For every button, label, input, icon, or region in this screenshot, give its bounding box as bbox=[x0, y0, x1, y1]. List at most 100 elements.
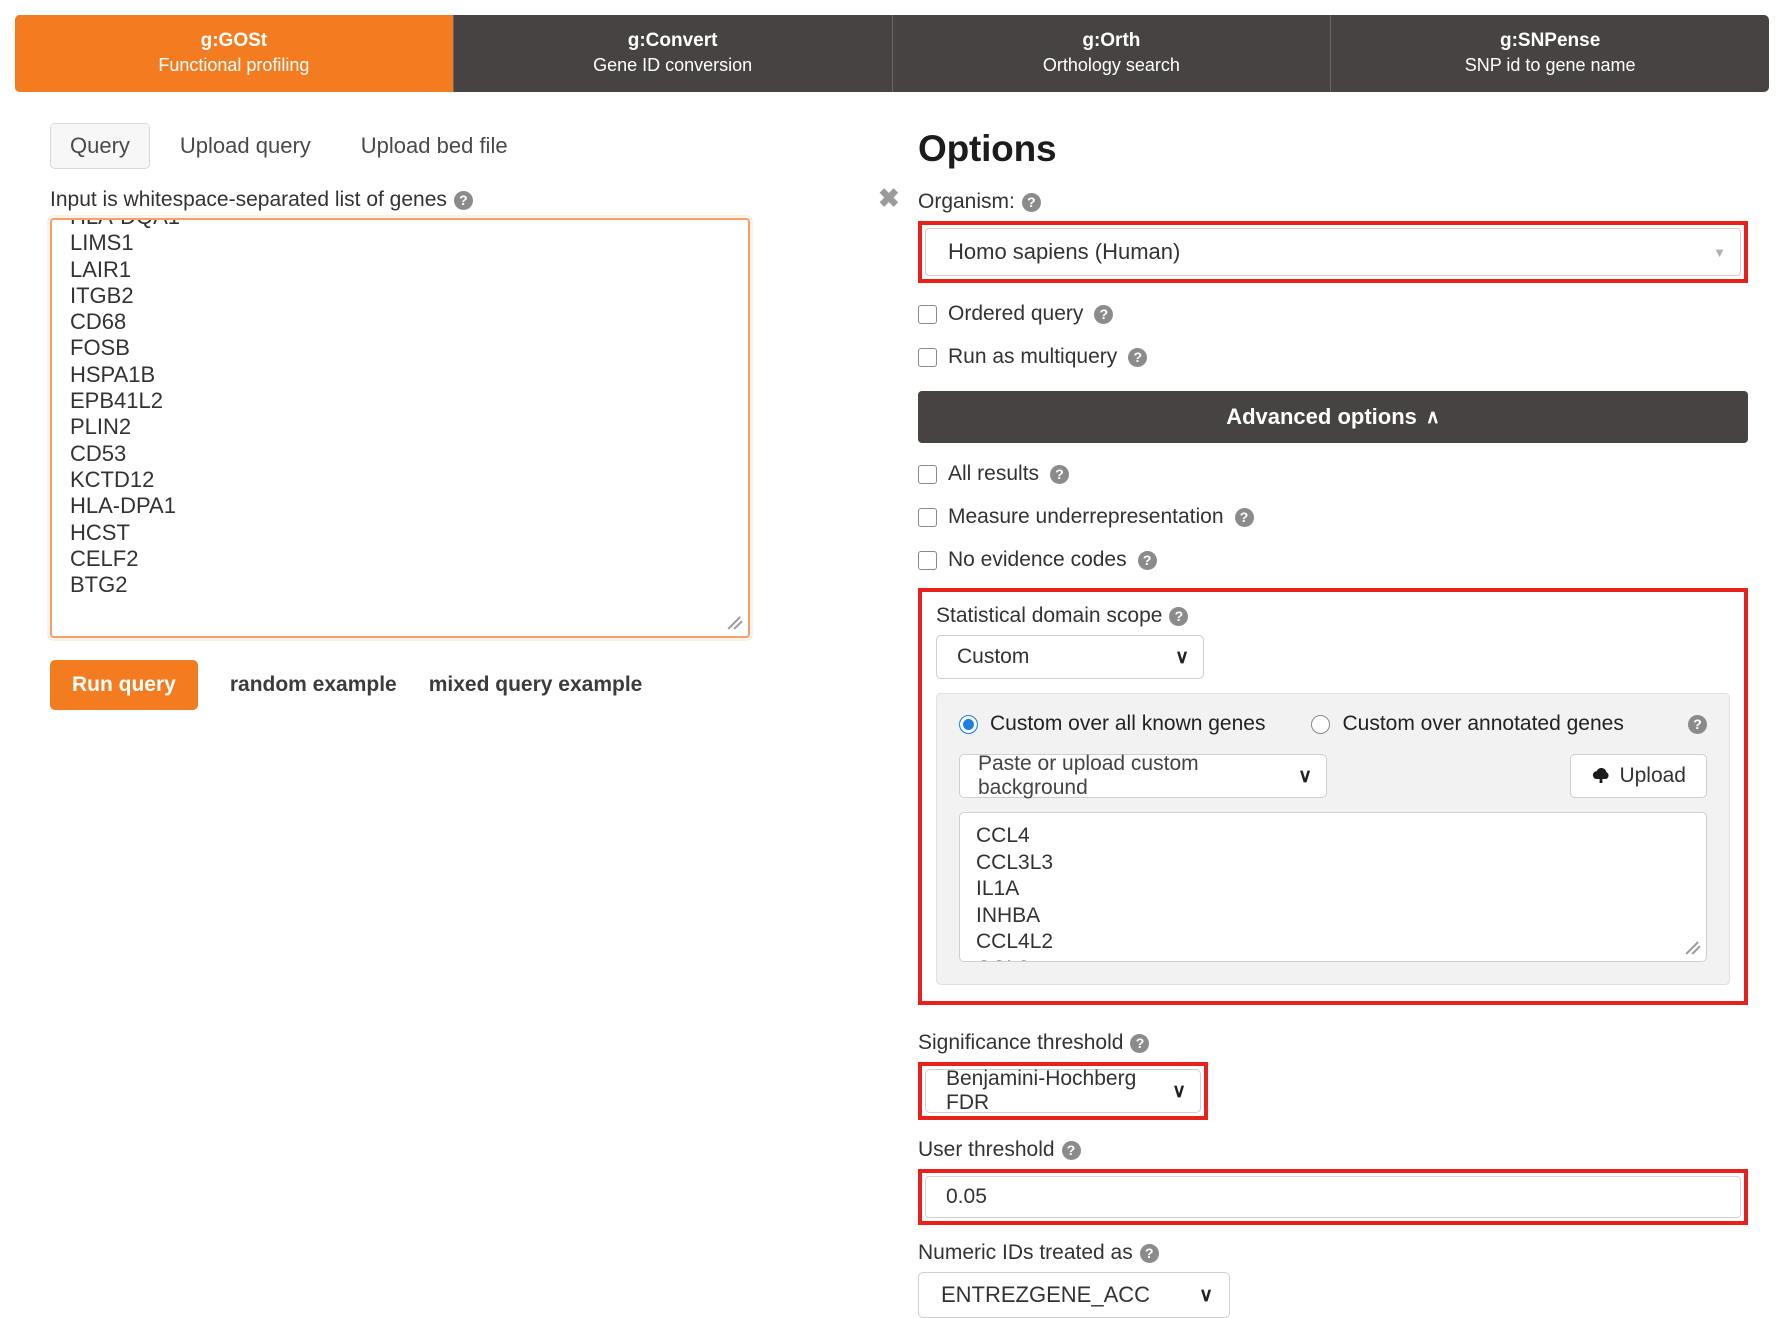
background-radio-row: Custom over all known genes Custom over … bbox=[959, 712, 1707, 736]
radio-custom-all-known-genes[interactable] bbox=[959, 714, 978, 734]
radio-custom-annotated-genes-label: Custom over annotated genes bbox=[1342, 712, 1624, 735]
gene-line: LIMS1 bbox=[70, 230, 134, 256]
chevron-down-icon: ∨ bbox=[1199, 1284, 1213, 1306]
gene-line: HSPA1B bbox=[70, 361, 156, 387]
tab-gost-name: g:GOSt bbox=[200, 29, 268, 51]
help-icon-ordered-query[interactable]: ? bbox=[1094, 304, 1114, 324]
help-icon-query-input[interactable]: ? bbox=[453, 190, 473, 210]
gene-query-textarea[interactable]: HLA-DQA1 LIMS1 LAIR1 ITGB2 CD68 FOSB HSP… bbox=[50, 218, 750, 638]
run-query-button[interactable]: Run query bbox=[50, 660, 198, 710]
gene-line: CD68 bbox=[70, 309, 127, 335]
scope-label-text: Statistical domain scope bbox=[936, 604, 1163, 627]
help-icon-numeric-ids[interactable]: ? bbox=[1139, 1243, 1159, 1263]
help-icon-run-multiquery[interactable]: ? bbox=[1128, 347, 1148, 367]
significance-highlight: Benjamini-Hochberg FDR ∨ bbox=[918, 1062, 1208, 1120]
gene-line: LAIR1 bbox=[70, 256, 132, 282]
numeric-ids-select[interactable]: ENTREZGENE_ACC ∨ bbox=[918, 1272, 1230, 1318]
main-tab-bar: g:GOSt Functional profiling g:Convert Ge… bbox=[15, 15, 1769, 92]
all-results-checkbox[interactable] bbox=[918, 464, 937, 484]
gene-line: FOSB bbox=[70, 335, 130, 361]
background-gene-list: CCL4 CCL3L3 IL1A INHBA CCL4L2 CCL3 bbox=[960, 813, 1706, 961]
significance-threshold-label: Significance threshold ? bbox=[918, 1031, 1748, 1055]
gene-line: KCTD12 bbox=[70, 466, 155, 492]
run-multiquery-label: Run as multiquery bbox=[948, 345, 1118, 368]
query-input-label: Input is whitespace-separated list of ge… bbox=[50, 188, 870, 212]
chevron-up-icon: ∧ bbox=[1425, 406, 1440, 428]
organism-value: Homo sapiens (Human) bbox=[948, 239, 1181, 264]
chevron-down-icon: ▼ bbox=[1713, 244, 1726, 260]
no-evidence-codes-checkbox[interactable] bbox=[918, 550, 937, 570]
random-example-button[interactable]: random example bbox=[230, 673, 397, 697]
background-gene-line: CCL4 bbox=[976, 824, 1030, 847]
help-icon-significance-threshold[interactable]: ? bbox=[1130, 1033, 1150, 1053]
options-title: Options bbox=[918, 128, 1057, 169]
radio-custom-annotated-genes[interactable] bbox=[1311, 714, 1331, 734]
gene-line: HLA-DQA1 bbox=[70, 220, 730, 230]
organism-select[interactable]: Homo sapiens (Human) ▼ bbox=[925, 228, 1741, 276]
all-results-row[interactable]: All results ? bbox=[918, 462, 1748, 486]
ordered-query-row[interactable]: Ordered query ? bbox=[918, 302, 1748, 326]
advanced-options-button[interactable]: Advanced options ∧ bbox=[918, 391, 1748, 443]
scope-label: Statistical domain scope ? bbox=[936, 604, 1730, 628]
textarea-resize-handle[interactable] bbox=[727, 615, 745, 633]
help-icon-organism[interactable]: ? bbox=[1021, 192, 1041, 212]
organism-label-text: Organism: bbox=[918, 190, 1015, 213]
all-results-label: All results bbox=[948, 462, 1040, 485]
custom-background-textarea[interactable]: CCL4 CCL3L3 IL1A INHBA CCL4L2 CCL3 bbox=[959, 812, 1707, 962]
significance-threshold-value: Benjamini-Hochberg FDR bbox=[946, 1067, 1137, 1114]
background-gene-line: INHBA bbox=[976, 903, 1041, 927]
tab-gorth[interactable]: g:Orth Orthology search bbox=[893, 15, 1332, 92]
tab-gorth-desc: Orthology search bbox=[1042, 55, 1180, 76]
numeric-ids-value: ENTREZGENE_ACC bbox=[941, 1282, 1151, 1307]
background-gene-line: CCL4L2 bbox=[976, 930, 1054, 953]
help-icon-scope[interactable]: ? bbox=[1169, 606, 1189, 626]
ordered-query-checkbox[interactable] bbox=[918, 304, 937, 324]
tab-gost[interactable]: g:GOSt Functional profiling bbox=[15, 15, 454, 92]
tab-gconvert-desc: Gene ID conversion bbox=[593, 55, 753, 76]
run-multiquery-checkbox[interactable] bbox=[918, 347, 937, 367]
tab-gsnpense-desc: SNP id to gene name bbox=[1464, 55, 1636, 76]
subtab-query[interactable]: Query bbox=[50, 123, 150, 169]
measure-underrepresentation-row[interactable]: Measure underrepresentation ? bbox=[918, 505, 1748, 529]
chevron-down-icon: ∨ bbox=[1172, 1080, 1186, 1102]
tab-gconvert[interactable]: g:Convert Gene ID conversion bbox=[454, 15, 893, 92]
chevron-down-icon: ∨ bbox=[1298, 765, 1312, 787]
query-input-label-text: Input is whitespace-separated list of ge… bbox=[50, 188, 447, 211]
tab-gorth-name: g:Orth bbox=[1082, 29, 1141, 51]
scope-highlight: Statistical domain scope ? Custom ∨ Cust… bbox=[918, 588, 1748, 1005]
upload-background-button[interactable]: Upload bbox=[1570, 754, 1707, 798]
help-icon-all-results[interactable]: ? bbox=[1050, 464, 1070, 484]
background-textarea-resize-handle[interactable] bbox=[1685, 940, 1703, 958]
subtab-upload-bed-file[interactable]: Upload bed file bbox=[341, 123, 528, 169]
run-multiquery-row[interactable]: Run as multiquery ? bbox=[918, 345, 1748, 369]
gene-line: EPB41L2 bbox=[70, 388, 163, 414]
tab-gsnpense[interactable]: g:SNPense SNP id to gene name bbox=[1331, 15, 1769, 92]
tab-gsnpense-name: g:SNPense bbox=[1499, 29, 1601, 51]
measure-underrepresentation-checkbox[interactable] bbox=[918, 507, 937, 527]
no-evidence-codes-row[interactable]: No evidence codes ? bbox=[918, 548, 1748, 572]
user-threshold-input[interactable] bbox=[925, 1176, 1741, 1218]
gene-list: HLA-DQA1 LIMS1 LAIR1 ITGB2 CD68 FOSB HSP… bbox=[52, 220, 748, 598]
subtab-upload-query[interactable]: Upload query bbox=[160, 123, 331, 169]
tab-gost-desc: Functional profiling bbox=[158, 55, 310, 76]
gene-line: ITGB2 bbox=[70, 282, 134, 308]
advanced-options-label: Advanced options bbox=[1226, 404, 1417, 429]
close-icon[interactable]: ✖ bbox=[878, 185, 900, 211]
gene-line: CD53 bbox=[70, 440, 127, 466]
radio-custom-all-known-genes-label: Custom over all known genes bbox=[990, 712, 1266, 735]
mixed-query-example-button[interactable]: mixed query example bbox=[429, 673, 643, 697]
help-icon-custom-background[interactable]: ? bbox=[1688, 714, 1707, 734]
significance-threshold-select[interactable]: Benjamini-Hochberg FDR ∨ bbox=[925, 1067, 1201, 1114]
ordered-query-label: Ordered query bbox=[948, 302, 1084, 325]
help-icon-no-evidence-codes[interactable]: ? bbox=[1137, 550, 1157, 570]
background-source-select[interactable]: Paste or upload custom background ∨ bbox=[959, 752, 1327, 799]
organism-label: Organism: ? bbox=[918, 190, 1748, 214]
user-threshold-label-text: User threshold bbox=[918, 1138, 1055, 1161]
scope-select[interactable]: Custom ∨ bbox=[936, 635, 1204, 679]
help-icon-user-threshold[interactable]: ? bbox=[1061, 1140, 1081, 1160]
numeric-ids-label: Numeric IDs treated as ? bbox=[918, 1241, 1748, 1265]
upload-cloud-icon bbox=[1593, 767, 1609, 783]
options-panel: Options Organism: ? Homo sapiens (Human)… bbox=[918, 128, 1748, 1318]
help-icon-measure-underrepresentation[interactable]: ? bbox=[1234, 507, 1254, 527]
background-gene-line: CCL3L3 bbox=[976, 850, 1054, 874]
